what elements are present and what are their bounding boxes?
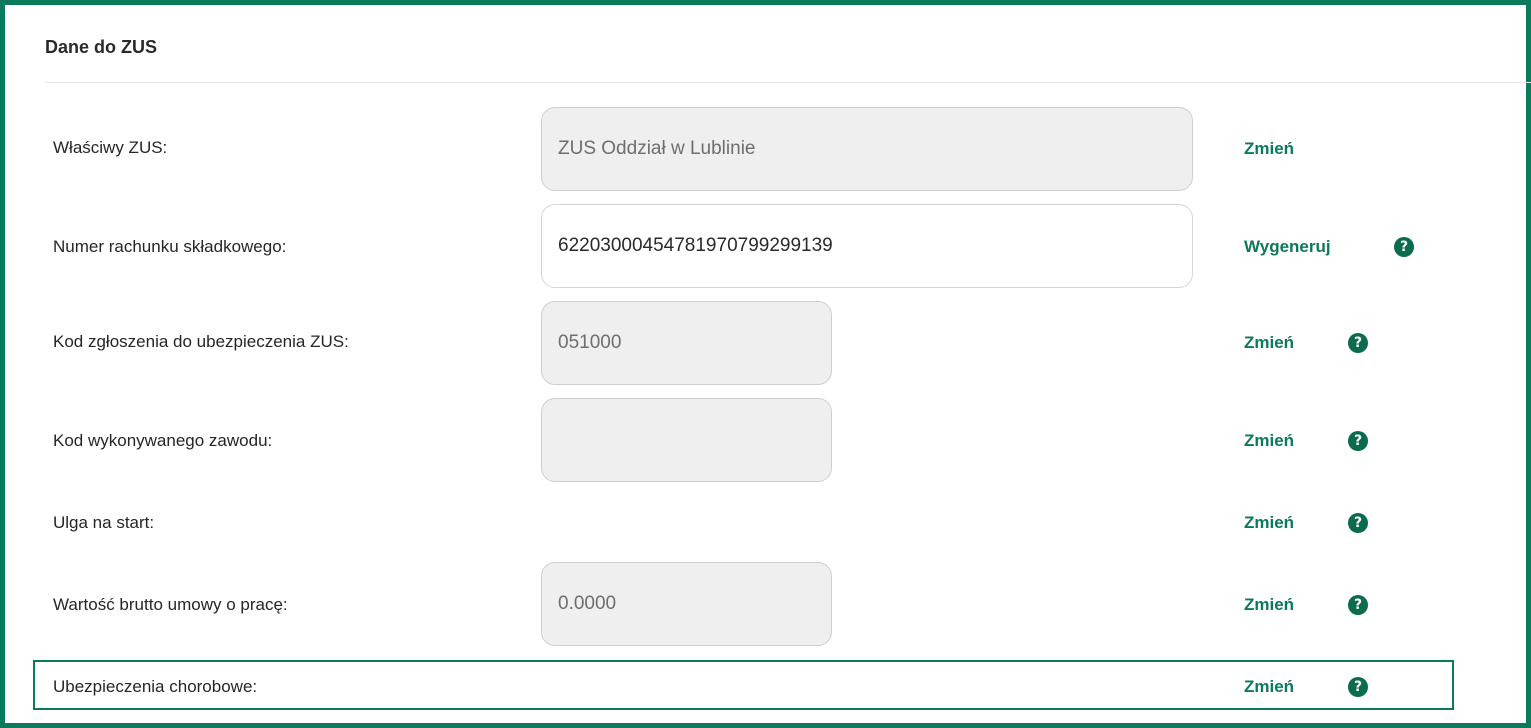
question-circle-icon[interactable]: ? xyxy=(1348,677,1368,697)
kod-zgloszenia-value: 051000 xyxy=(558,332,622,353)
section-title: Dane do ZUS xyxy=(45,37,158,57)
change-zus-link[interactable]: Zmień xyxy=(1244,139,1294,159)
change-ulga-link[interactable]: Zmień xyxy=(1244,513,1294,533)
wlasciwy-zus-field: ZUS Oddział w Lublinie xyxy=(541,107,1193,191)
label-wartosc-brutto: Wartość brutto umowy o pracę: xyxy=(53,595,288,614)
zus-data-panel: Dane do ZUS Właściwy ZUS: ZUS Oddział w … xyxy=(0,0,1531,728)
wartosc-brutto-field: 0.0000 xyxy=(541,562,832,646)
numer-rachunku-input[interactable]: 62203000454781970799299139 xyxy=(541,204,1193,288)
question-circle-icon[interactable]: ? xyxy=(1394,237,1414,257)
question-circle-icon[interactable]: ? xyxy=(1348,513,1368,533)
question-circle-icon[interactable]: ? xyxy=(1348,333,1368,353)
label-ulga-na-start: Ulga na start: xyxy=(53,513,155,532)
kod-zawodu-field xyxy=(541,398,832,482)
change-ubezpieczenia-link[interactable]: Zmień xyxy=(1244,677,1294,697)
change-wartosc-brutto-link[interactable]: Zmień xyxy=(1244,595,1294,615)
question-circle-icon[interactable]: ? xyxy=(1348,431,1368,451)
label-numer-rachunku: Numer rachunku składkowego: xyxy=(53,237,287,256)
generate-account-link[interactable]: Wygeneruj xyxy=(1244,237,1331,257)
numer-rachunku-value: 62203000454781970799299139 xyxy=(558,235,833,256)
label-wlasciwy-zus: Właściwy ZUS: xyxy=(53,138,168,157)
label-kod-zawodu: Kod wykonywanego zawodu: xyxy=(53,431,273,450)
question-circle-icon[interactable]: ? xyxy=(1348,595,1368,615)
change-kod-zgloszenia-link[interactable]: Zmień xyxy=(1244,333,1294,353)
wartosc-brutto-value: 0.0000 xyxy=(558,593,617,614)
change-kod-zawodu-link[interactable]: Zmień xyxy=(1244,431,1294,451)
wlasciwy-zus-value: ZUS Oddział w Lublinie xyxy=(558,138,756,159)
kod-zgloszenia-field: 051000 xyxy=(541,301,832,385)
section-divider xyxy=(45,82,1531,83)
label-ubezpieczenia-chorobowe: Ubezpieczenia chorobowe: xyxy=(53,677,258,696)
label-kod-zgloszenia: Kod zgłoszenia do ubezpieczenia ZUS: xyxy=(53,332,349,351)
